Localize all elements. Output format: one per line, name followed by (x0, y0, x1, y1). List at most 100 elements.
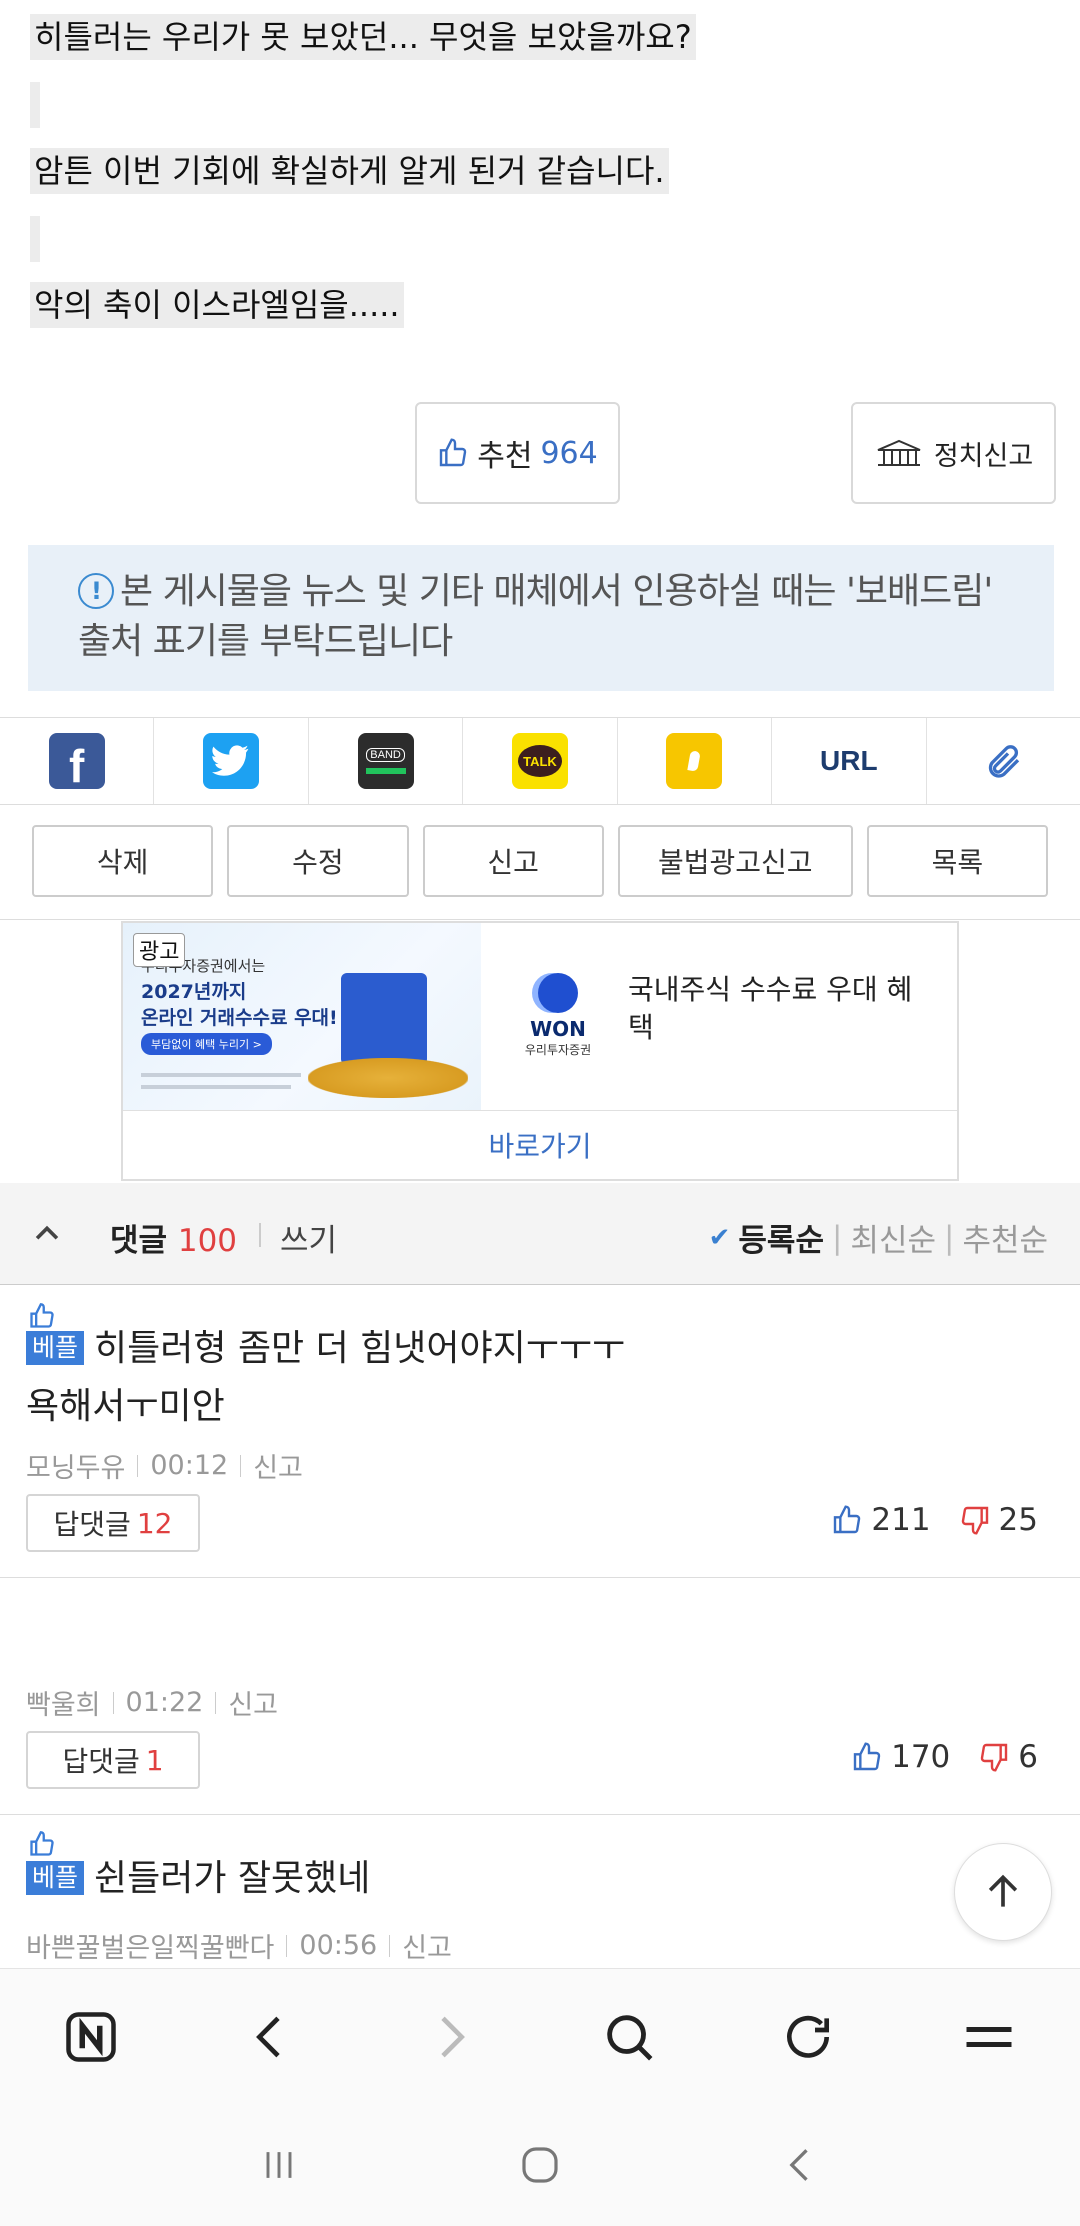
reply-button[interactable]: 답댓글 12 (26, 1494, 200, 1552)
upvote-button[interactable]: 170 (851, 1739, 950, 1775)
share-bar: f BAND TALK URL (0, 717, 1080, 805)
won-logo-text: WON (530, 1017, 586, 1041)
exclamation-icon: ! (78, 573, 114, 609)
recommend-label: 추천 (477, 439, 533, 474)
comment-time: 00:12 (150, 1450, 229, 1481)
thumbs-up-icon (834, 1505, 861, 1534)
comment-meta: 빡울희 01:22 신고 (26, 1683, 278, 1722)
sort-latest[interactable]: 최신순 (850, 1215, 936, 1260)
scroll-to-top-button[interactable] (954, 1843, 1052, 1941)
thumbs-up-icon (440, 438, 467, 467)
illegal-ad-report-button[interactable]: 불법광고신고 (617, 825, 853, 897)
comments-count: 100 (177, 1223, 238, 1259)
share-clip[interactable] (927, 718, 1080, 804)
delete-button[interactable]: 삭제 (32, 825, 214, 897)
ad-banner[interactable]: 우리투자증권에서는 2027년까지 온라인 거래수수료 우대! 부담없이 혜택 … (121, 921, 959, 1181)
post-line-2: 암튼 이번 기회에 확실하게 알게 된거 같습니다. (30, 148, 669, 194)
recommend-button[interactable]: 추천 964 (415, 402, 620, 504)
comment-author[interactable]: 모닝두유 (26, 1446, 125, 1485)
recent-apps-icon[interactable] (257, 2143, 301, 2187)
ad-go-button[interactable]: 바로가기 (123, 1110, 957, 1179)
comment-report[interactable]: 신고 (402, 1926, 452, 1965)
upvote-button[interactable]: 211 (831, 1502, 931, 1538)
ad-image-pill: 부담없이 혜택 누리기 > (141, 1033, 272, 1055)
share-kakaotalk[interactable]: TALK (463, 718, 618, 804)
comment-item: 베플 쉰들러가 잘못했네 바쁜꿀벌은일찍꿀빤다 00:56 신고 (0, 1816, 1080, 1968)
comment-author[interactable]: 빡울희 (26, 1683, 101, 1722)
forward-icon[interactable] (422, 2009, 478, 2065)
refresh-icon[interactable] (780, 2009, 836, 2065)
gift-box-graphic (341, 973, 427, 1065)
thumbs-down-icon (961, 1506, 988, 1535)
facebook-icon: f (48, 733, 105, 792)
search-icon[interactable] (600, 2008, 658, 2066)
system-navigation (0, 2104, 1080, 2226)
comment-item: 빡울희 01:22 신고 답댓글 1 170 6 (0, 1579, 1080, 1815)
edit-button[interactable]: 수정 (227, 825, 409, 897)
check-icon: ✔ (708, 1222, 731, 1253)
comments-title: 댓글 100 (110, 1223, 238, 1259)
share-kakaostory[interactable] (618, 718, 773, 804)
comment-time: 00:56 (299, 1930, 378, 1961)
share-url[interactable]: URL (772, 718, 927, 804)
report-button[interactable]: 신고 (422, 825, 604, 897)
building-icon (877, 439, 921, 466)
share-band[interactable]: BAND (309, 718, 464, 804)
system-back-icon[interactable] (779, 2143, 823, 2187)
political-report-button[interactable]: 정치신고 (851, 402, 1056, 504)
naver-home-icon[interactable] (61, 2007, 121, 2067)
share-facebook[interactable]: f (0, 718, 155, 804)
comment-text: 베플 히틀러형 좀만 더 힘냇어야지ㅜㅜㅜ 욕해서ㅜ미안 (26, 1328, 626, 1427)
ad-image: 우리투자증권에서는 2027년까지 온라인 거래수수료 우대! 부담없이 혜택 … (123, 923, 481, 1110)
post-spacer (30, 216, 40, 262)
comment-text: 베플 쉰들러가 잘못했네 (26, 1850, 370, 1908)
divider (0, 919, 1080, 920)
comment-time: 01:22 (125, 1687, 204, 1718)
twitter-icon (203, 733, 260, 789)
menu-icon[interactable] (959, 2007, 1019, 2067)
comment-votes: 170 6 (851, 1739, 1038, 1775)
sort-recommended[interactable]: 추천순 (962, 1215, 1048, 1260)
comment-meta: 모닝두유 00:12 신고 (26, 1446, 303, 1485)
notice-text: 본 게시물을 뉴스 및 기타 매체에서 인용하실 때는 '보배드림' 출처 표기… (78, 571, 993, 662)
post-line-3: 악의 축이 이스라엘임을..... (30, 282, 404, 328)
ad-text: 국내주식 수수료 우대 혜택 (628, 973, 913, 1044)
comment-item: 베플 히틀러형 좀만 더 힘냇어야지ㅜㅜㅜ 욕해서ㅜ미안 모닝두유 00:12 신… (0, 1286, 1080, 1578)
comment-sort: ✔ 등록순 | 최신순 | 추천순 (709, 1215, 1048, 1260)
kakaotalk-icon: TALK (511, 733, 568, 789)
downvote-button[interactable]: 6 (978, 1739, 1038, 1775)
comment-author[interactable]: 바쁜꿀벌은일찍꿀빤다 (26, 1926, 274, 1965)
political-report-label: 정치신고 (933, 440, 1034, 472)
write-comment-button[interactable]: 쓰기 (280, 1215, 337, 1260)
ad-image-headline: 2027년까지 (141, 981, 247, 1003)
best-badge: 베플 (26, 1861, 85, 1895)
ad-tag: 광고 (133, 933, 186, 967)
thumbs-up-icon (853, 1742, 881, 1771)
recommend-count: 964 (540, 435, 598, 471)
coins-graphic (308, 1058, 468, 1098)
comment-votes: 211 25 (831, 1502, 1038, 1538)
share-twitter[interactable] (154, 718, 309, 804)
best-badge: 베플 (26, 1331, 85, 1365)
back-icon[interactable] (243, 2009, 299, 2065)
fine-print (141, 1085, 291, 1089)
band-icon: BAND (357, 733, 414, 789)
list-button[interactable]: 목록 (866, 825, 1049, 897)
sort-registered[interactable]: 등록순 (738, 1215, 824, 1260)
chevron-up-icon[interactable] (30, 1217, 64, 1251)
downvote-button[interactable]: 25 (959, 1502, 1038, 1538)
won-logo-sub: 우리투자증권 (524, 1043, 592, 1057)
kakaostory-icon (666, 733, 723, 789)
won-logo: WON 우리투자증권 (513, 973, 603, 1058)
comment-report[interactable]: 신고 (228, 1683, 278, 1722)
comment-report[interactable]: 신고 (253, 1446, 303, 1485)
home-icon[interactable] (516, 2141, 564, 2189)
post-actions: 삭제 수정 신고 불법광고신고 목록 (0, 825, 1080, 921)
thumbs-down-icon (981, 1743, 1008, 1772)
post-spacer (30, 82, 40, 128)
reply-button[interactable]: 답댓글 1 (26, 1731, 200, 1789)
comments-header: 댓글 100 쓰기 ✔ 등록순 | 최신순 | 추천순 (0, 1183, 1080, 1285)
arrow-up-icon (988, 1874, 1018, 1907)
citation-notice: ! 본 게시물을 뉴스 및 기타 매체에서 인용하실 때는 '보배드림' 출처 표… (28, 545, 1054, 691)
comment-meta: 바쁜꿀벌은일찍꿀빤다 00:56 신고 (26, 1926, 452, 1965)
